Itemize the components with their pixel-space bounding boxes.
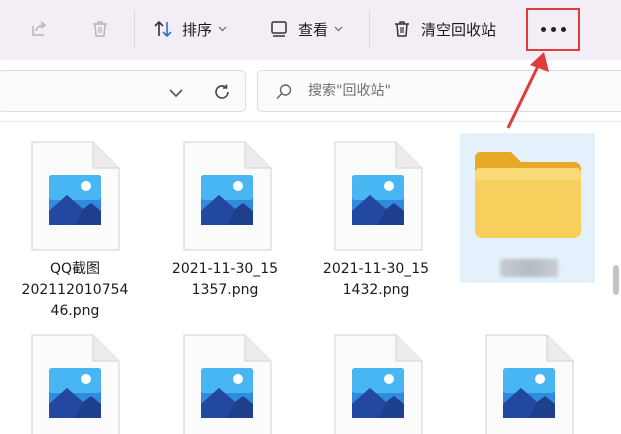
refresh-icon[interactable] bbox=[212, 82, 232, 102]
search-box[interactable] bbox=[257, 70, 621, 112]
view-icon bbox=[268, 18, 290, 40]
image-file-icon bbox=[31, 334, 120, 434]
file-name: 2021-11-30_15 1432.png bbox=[322, 261, 430, 298]
scrollbar-thumb[interactable] bbox=[613, 265, 619, 295]
blurred-folder-name bbox=[500, 259, 558, 277]
view-label: 查看 bbox=[298, 20, 329, 39]
folder-icon bbox=[475, 152, 581, 238]
delete-icon[interactable] bbox=[88, 17, 112, 41]
image-file-icon bbox=[183, 334, 272, 434]
folder-item-selected[interactable] bbox=[460, 133, 595, 283]
view-button[interactable]: 查看 bbox=[268, 14, 344, 44]
more-options-button[interactable] bbox=[526, 8, 580, 51]
trash-icon bbox=[391, 18, 413, 40]
sort-icon bbox=[152, 18, 174, 40]
search-input[interactable] bbox=[308, 71, 608, 111]
image-file-icon bbox=[334, 141, 423, 251]
image-file-icon bbox=[485, 334, 574, 434]
toolbar-divider bbox=[134, 10, 135, 48]
file-grid: QQ截图 202112010754 46.png 2021-11-30_15 1… bbox=[0, 122, 621, 434]
command-bar: 排序 查看 清空回收站 bbox=[0, 0, 621, 60]
sort-button[interactable]: 排序 bbox=[152, 14, 228, 44]
image-file-icon bbox=[31, 141, 120, 251]
chevron-down-icon[interactable] bbox=[166, 85, 186, 101]
empty-recycle-bin-button[interactable]: 清空回收站 bbox=[391, 14, 496, 44]
share-icon[interactable] bbox=[27, 17, 51, 41]
file-name: QQ截图 202112010754 46.png bbox=[21, 261, 129, 319]
empty-recycle-bin-label: 清空回收站 bbox=[421, 20, 497, 39]
chevron-down-icon bbox=[218, 24, 228, 34]
search-icon bbox=[276, 84, 292, 99]
toolbar-divider bbox=[369, 10, 370, 48]
image-file-icon bbox=[334, 334, 423, 434]
sort-label: 排序 bbox=[182, 20, 213, 39]
more-icon bbox=[540, 27, 546, 32]
chevron-down-icon bbox=[334, 24, 344, 34]
address-row bbox=[0, 60, 621, 122]
image-file-icon bbox=[183, 141, 272, 251]
address-bar[interactable] bbox=[0, 70, 246, 112]
file-name: 2021-11-30_15 1357.png bbox=[171, 261, 279, 298]
